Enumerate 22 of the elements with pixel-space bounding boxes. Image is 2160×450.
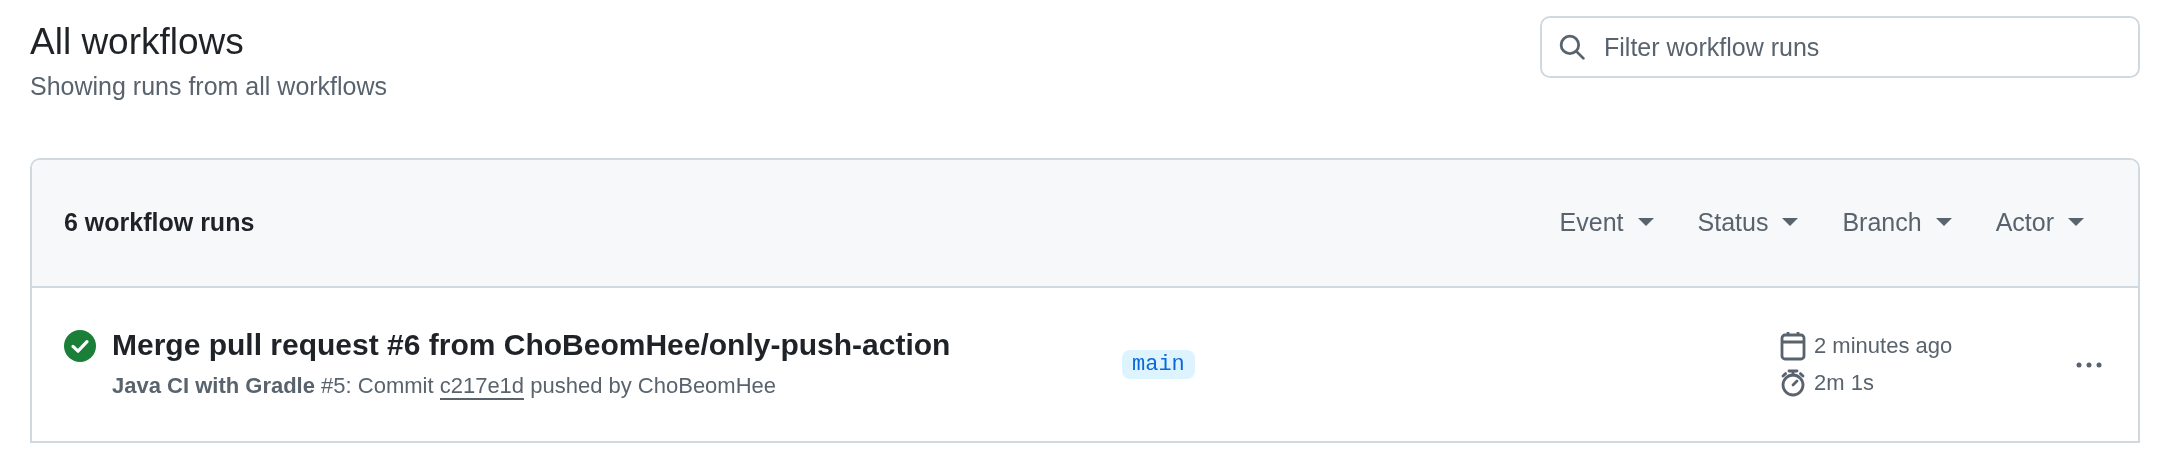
search-field[interactable]: Filter workflow runs bbox=[1540, 16, 2140, 78]
page-subtitle: Showing runs from all workflows bbox=[30, 71, 388, 103]
more-icon bbox=[2076, 362, 2102, 369]
caret-icon bbox=[1637, 218, 1654, 228]
run-start-time: 2 minutes ago bbox=[1814, 332, 1953, 361]
filter-dropdown[interactable]: Branch bbox=[1820, 204, 1974, 242]
filter-dropdown[interactable]: Actor bbox=[1973, 204, 2106, 242]
calendar-icon bbox=[1780, 330, 1806, 361]
run-count: 6 workflow runs bbox=[64, 207, 255, 239]
success-check-icon bbox=[64, 329, 96, 362]
run-duration: 2m 1s bbox=[1814, 369, 1874, 398]
filter-dropdown[interactable]: Event bbox=[1537, 204, 1676, 242]
page-title: All workflows bbox=[30, 20, 245, 64]
run-title[interactable]: Merge pull request #6 from ChoBeomHee/only-push-action bbox=[112, 327, 951, 361]
filter-dropdown[interactable]: Status bbox=[1675, 204, 1821, 242]
stopwatch-icon bbox=[1780, 368, 1806, 397]
caret-icon bbox=[1935, 218, 1952, 228]
commit-link[interactable]: c217e1d bbox=[439, 372, 525, 400]
caret-icon bbox=[1782, 218, 1799, 228]
caret-icon bbox=[2068, 218, 2084, 228]
run-details: Java CI with Gradle #5: Commit c217e1d pushed by ChoBeomHee bbox=[112, 371, 778, 402]
branch-label[interactable]: main bbox=[1122, 349, 1195, 379]
